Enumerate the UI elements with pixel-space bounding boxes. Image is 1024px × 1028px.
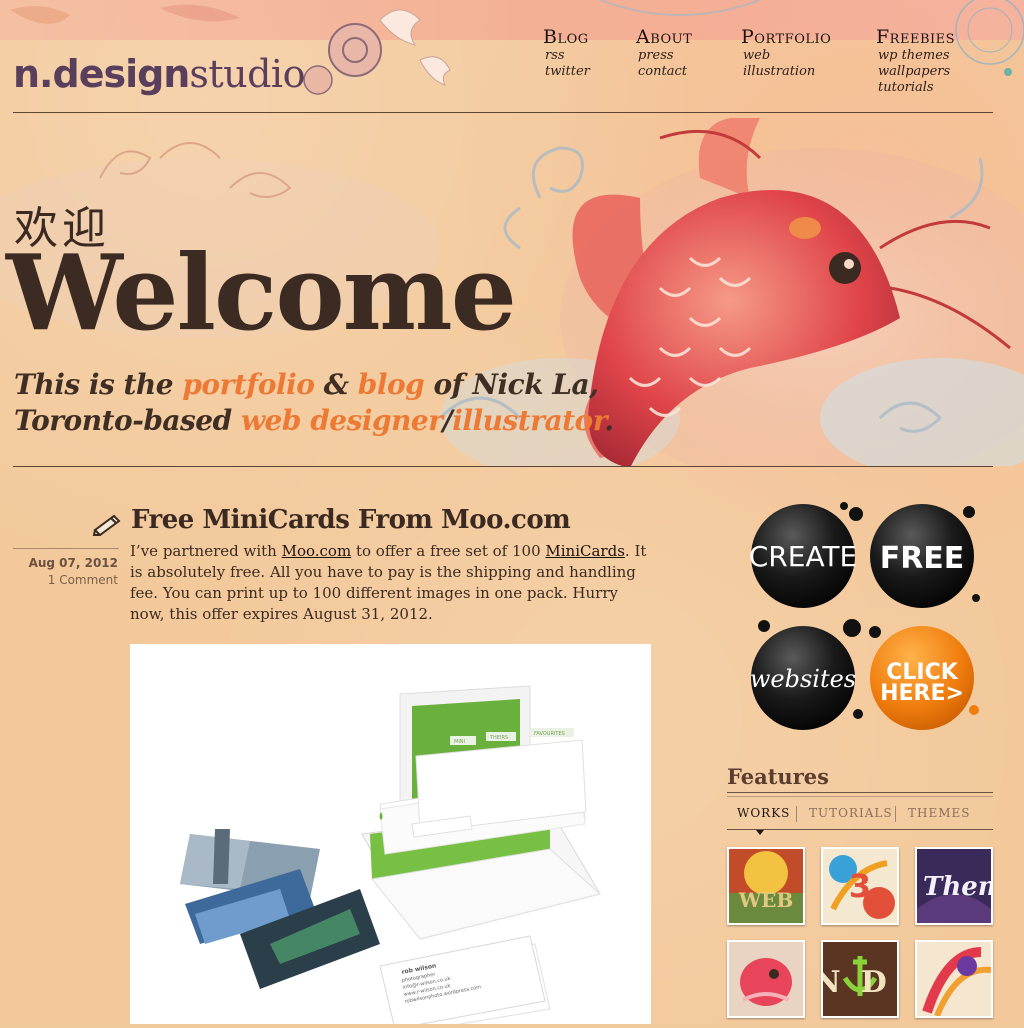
pencil-icon <box>92 514 121 536</box>
ad-websites-text: websites <box>750 665 856 693</box>
tab-separator <box>796 806 797 822</box>
nav-tutorials-link[interactable]: tutorials <box>878 80 955 96</box>
tagline-2a: Toronto-based <box>14 404 241 437</box>
minicards-box-image: MINI THEIRS FAVOURITES rob wilson photog… <box>180 685 602 1028</box>
tagline-web-designer: web designer <box>240 404 443 437</box>
tab-tutorials[interactable]: TUTORIALS <box>809 806 893 820</box>
nav-contact-link[interactable]: contact <box>638 64 692 80</box>
tab-separator <box>895 806 896 822</box>
feature-thumb-3[interactable]: Them <box>915 847 993 925</box>
thumb-5-text: ND <box>823 965 897 1000</box>
banner-divider <box>13 466 993 467</box>
nav-web-link[interactable]: web <box>743 48 831 64</box>
nav-about-link[interactable]: About <box>636 26 692 48</box>
nav-portfolio-link[interactable]: Portfolio <box>741 26 831 48</box>
welcome-heading: Welcome <box>6 231 517 354</box>
ad-free-text: FREE <box>880 541 965 576</box>
thumb-art-3: Them <box>917 849 991 923</box>
feature-thumb-1[interactable]: WEB <box>727 847 805 925</box>
tagline-1e: of Nick La, <box>424 368 599 401</box>
post-image[interactable]: MINI THEIRS FAVOURITES rob wilson photog… <box>130 644 651 1028</box>
tagline-2e: . <box>604 404 614 437</box>
header-divider <box>13 112 993 113</box>
tagline-blog: blog <box>357 368 425 401</box>
sidebar-ad[interactable]: CREATE FREE websites CLICK HERE> <box>748 498 980 738</box>
post-text-2: to offer a free set of 100 <box>351 542 546 560</box>
tab-works[interactable]: WORKS <box>737 806 790 820</box>
nav-rss-link[interactable]: rss <box>545 48 590 64</box>
tagline-1c: & <box>314 368 358 401</box>
thumb-1-text: WEB <box>738 888 794 912</box>
feature-thumb-2[interactable]: 3 <box>821 847 899 925</box>
post-text-1: I’ve partnered with <box>130 542 282 560</box>
nav-blog-link[interactable]: Blog <box>543 26 590 48</box>
nav-portfolio: Portfolio web illustration <box>741 26 831 80</box>
tagline-line-2: Toronto-based web designer/illustrator. <box>14 404 614 437</box>
feature-thumb-4[interactable] <box>727 940 805 1018</box>
nav-freebies-link[interactable]: Freebies <box>876 26 955 48</box>
thumb-art-6 <box>917 942 991 1016</box>
tabs-underline <box>727 829 993 830</box>
thumb-2-text: 3 <box>849 867 871 905</box>
nav-twitter-link[interactable]: twitter <box>545 64 590 80</box>
post-comments-link[interactable]: 1 Comment <box>48 573 118 587</box>
nav-freebies: Freebies wp themes wallpapers tutorials <box>876 26 955 96</box>
post-meta-divider <box>13 548 119 549</box>
tagline-illustrator: illustrator <box>452 404 605 437</box>
feature-thumb-5[interactable]: ND <box>821 940 899 1018</box>
features-tabs: WORKS TUTORIALS THEMES <box>727 806 993 830</box>
thumb-3-text: Them <box>923 872 991 902</box>
post-date: Aug 07, 2012 <box>28 556 118 570</box>
nav-about: About press contact <box>636 26 692 80</box>
tagline-2c: / <box>442 404 453 437</box>
features-heading: Features <box>727 764 829 789</box>
moo-link[interactable]: Moo.com <box>282 542 352 560</box>
ad-here-text: HERE> <box>880 681 964 706</box>
box-tab-favourites: FAVOURITES <box>534 731 565 737</box>
nav-wallpapers-link[interactable]: wallpapers <box>878 64 955 80</box>
tagline-1a: This is the <box>14 368 183 401</box>
thumb-art-4 <box>729 942 803 1016</box>
post-body: I’ve partnered with Moo.com to offer a f… <box>130 541 650 625</box>
tagline-line-1: This is the portfolio & blog of Nick La, <box>14 368 599 401</box>
box-tab-theirs: THEIRS <box>489 735 508 741</box>
nav-wpthemes-link[interactable]: wp themes <box>878 48 955 64</box>
tagline-portfolio: portfolio <box>182 368 315 401</box>
thumb-art-2: 3 <box>823 849 897 923</box>
feature-thumb-6[interactable] <box>915 940 993 1018</box>
nav-press-link[interactable]: press <box>638 48 692 64</box>
features-rule-2 <box>727 796 993 797</box>
ad-graphic: CREATE FREE websites CLICK HERE> <box>749 502 980 730</box>
thumb-art-5: ND <box>823 942 897 1016</box>
post-title[interactable]: Free MiniCards From Moo.com <box>131 505 571 535</box>
minicards-link[interactable]: MiniCards <box>545 542 625 560</box>
active-tab-indicator <box>756 830 764 835</box>
main-nav: Blog rss twitter About press contact Por… <box>0 26 1024 106</box>
tab-themes[interactable]: THEMES <box>908 806 971 820</box>
welcome-banner: 欢迎 Welcome This is the portfolio & blog … <box>0 118 1024 466</box>
features-rule-1 <box>727 792 993 793</box>
ad-create-text: CREATE <box>749 540 857 573</box>
thumb-art-1: WEB <box>729 849 803 923</box>
nav-blog: Blog rss twitter <box>543 26 590 80</box>
nav-illustration-link[interactable]: illustration <box>743 64 831 80</box>
box-tab-mini: MINI <box>454 739 465 745</box>
